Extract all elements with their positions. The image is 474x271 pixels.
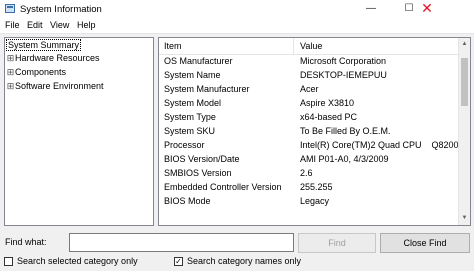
row-item: OS Manufacturer — [164, 56, 233, 66]
column-header-value[interactable]: Value — [300, 41, 322, 51]
tree-item-label: Hardware Resources — [15, 53, 100, 63]
row-value: DESKTOP-IEMEPUU — [300, 70, 387, 80]
details-list[interactable]: Item Value OS Manufacturer Microsoft Cor… — [158, 37, 471, 226]
window-title: System Information — [20, 4, 102, 15]
find-button[interactable]: Find — [298, 233, 376, 253]
row-item: System Name — [164, 70, 221, 80]
menu-help[interactable]: Help — [77, 20, 96, 30]
list-row[interactable]: BIOS Version/Date AMI P01-A0, 4/3/2009 — [159, 153, 459, 167]
menu-bar: File Edit View Help — [0, 18, 474, 34]
minimize-button[interactable]: — — [356, 0, 386, 18]
checkbox-box[interactable] — [4, 257, 13, 266]
system-information-app-icon — [5, 4, 15, 13]
column-header-item[interactable]: Item — [164, 41, 182, 51]
find-what-label: Find what: — [5, 237, 47, 247]
row-item: BIOS Version/Date — [164, 154, 240, 164]
close-find-button[interactable]: Close Find — [380, 233, 470, 253]
row-item: System Model — [164, 98, 222, 108]
list-row[interactable]: Embedded Controller Version 255.255 — [159, 181, 459, 195]
find-what-input[interactable] — [69, 233, 294, 252]
list-row[interactable]: Processor Intel(R) Core(TM)2 Quad CPU Q8… — [159, 139, 459, 153]
list-row[interactable]: System Model Aspire X3810 — [159, 97, 459, 111]
tree-item-components[interactable]: ⊞Components — [6, 66, 66, 79]
row-item: System SKU — [164, 126, 216, 136]
checkbox-label: Search category names only — [187, 256, 302, 266]
row-value: Legacy — [300, 196, 330, 206]
row-value: 2.6 — [300, 168, 313, 178]
row-value: AMI P01-A0, 4/3/2009 — [300, 154, 389, 164]
row-value: Acer — [300, 84, 319, 94]
list-row[interactable]: System Manufacturer Acer — [159, 83, 459, 97]
list-header: Item Value — [159, 38, 459, 55]
close-button[interactable]: ✕ — [412, 0, 442, 18]
row-item: Processor — [164, 140, 205, 150]
expand-icon[interactable]: ⊞ — [6, 66, 15, 79]
expand-icon[interactable]: ⊞ — [6, 52, 15, 65]
row-item: System Manufacturer — [164, 84, 250, 94]
list-row[interactable]: BIOS Mode Legacy — [159, 195, 459, 209]
row-item: SMBIOS Version — [164, 168, 232, 178]
menu-edit[interactable]: Edit — [27, 20, 43, 30]
menu-file[interactable]: File — [5, 20, 20, 30]
vertical-scrollbar[interactable]: ▲ ▼ — [458, 38, 470, 225]
list-row[interactable]: System SKU To Be Filled By O.E.M. — [159, 125, 459, 139]
title-bar: System Information — ☐ ✕ — [0, 0, 474, 18]
list-row[interactable]: SMBIOS Version 2.6 — [159, 167, 459, 181]
row-item: System Type — [164, 112, 216, 122]
column-divider[interactable] — [293, 38, 294, 54]
category-tree[interactable]: System Summary ⊞Hardware Resources ⊞Comp… — [4, 37, 154, 226]
row-item: BIOS Mode — [164, 196, 211, 206]
row-item: Embedded Controller Version — [164, 182, 282, 192]
scroll-up-arrow-icon[interactable]: ▲ — [460, 40, 469, 49]
row-value: Aspire X3810 — [300, 98, 355, 108]
scrollbar-thumb[interactable] — [461, 58, 468, 106]
checkmark-icon[interactable]: ✓ — [174, 257, 183, 266]
row-value: Microsoft Corporation — [300, 56, 387, 66]
menu-view[interactable]: View — [50, 20, 69, 30]
tree-item-label: System Summary — [5, 39, 82, 51]
expand-icon[interactable]: ⊞ — [6, 80, 15, 93]
tree-item-hardware-resources[interactable]: ⊞Hardware Resources — [6, 52, 100, 65]
list-row[interactable]: OS Manufacturer Microsoft Corporation — [159, 55, 459, 69]
row-value: 255.255 — [300, 182, 333, 192]
tree-item-system-summary[interactable]: System Summary — [5, 39, 82, 52]
tree-item-label: Software Environment — [15, 81, 104, 91]
row-value: To Be Filled By O.E.M. — [300, 126, 391, 136]
tree-item-label: Components — [15, 67, 67, 77]
tree-item-software-environment[interactable]: ⊞Software Environment — [6, 80, 104, 93]
list-row[interactable]: System Type x64-based PC — [159, 111, 459, 125]
row-value: Intel(R) Core(TM)2 Quad CPU Q8200 — [300, 140, 459, 150]
checkbox-label: Search selected category only — [17, 256, 138, 266]
row-value: x64-based PC — [300, 112, 358, 122]
scroll-down-arrow-icon[interactable]: ▼ — [460, 214, 469, 223]
list-row[interactable]: System Name DESKTOP-IEMEPUU — [159, 69, 459, 83]
